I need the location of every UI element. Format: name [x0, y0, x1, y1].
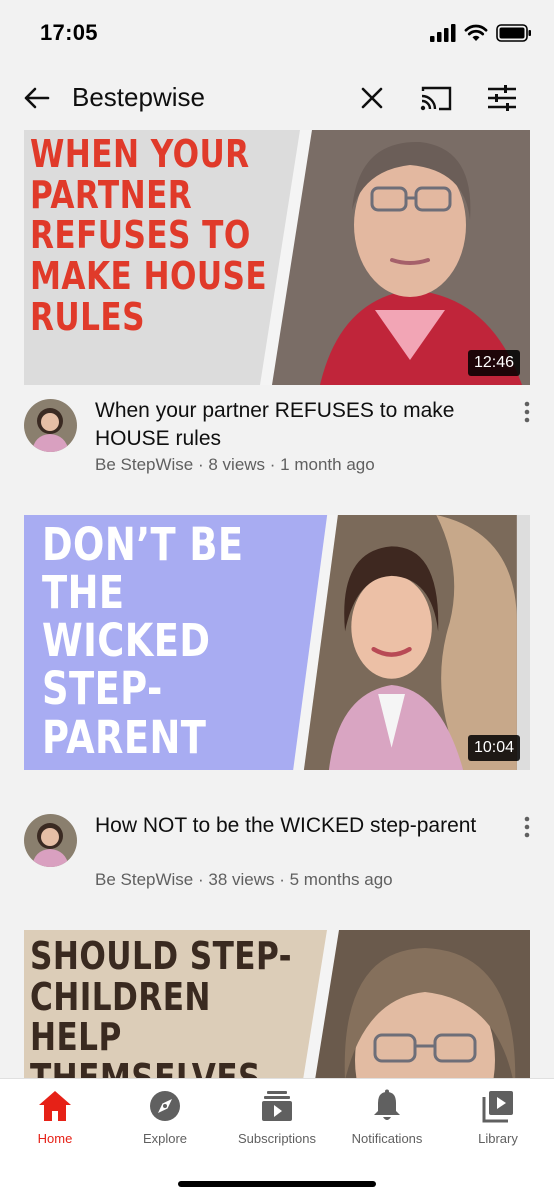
more-vert-icon [524, 401, 530, 423]
nav-label-notifications: Notifications [351, 1131, 423, 1146]
video-subtitle: Be StepWise · 38 views · 5 months ago [95, 870, 393, 889]
video-title[interactable]: How NOT to be the WICKED step-parent [95, 812, 495, 840]
back-arrow-icon [24, 87, 50, 109]
home-indicator[interactable] [178, 1181, 376, 1187]
thumbnail-text: When your partner refuses to make house … [30, 132, 268, 339]
search-header: Bestepwise [0, 66, 554, 130]
notifications-icon [374, 1089, 400, 1120]
library-icon [482, 1091, 513, 1123]
video-title[interactable]: When your partner REFUSES to make HOUSE … [95, 397, 495, 453]
nav-label-explore: Explore [142, 1131, 188, 1146]
video-thumbnail[interactable]: Don’t be the wicked step- parent 10:04 [24, 515, 530, 770]
thumbnail-photo [303, 930, 530, 1078]
video-thumbnail[interactable]: Should step- children help themselves [24, 930, 530, 1078]
video-subtitle: Be StepWise · 8 views · 1 month ago [95, 455, 375, 474]
back-button[interactable] [8, 66, 64, 130]
thumbnail-text: Should step- children help themselves [30, 934, 293, 1078]
status-icons [430, 24, 532, 42]
explore-icon [150, 1091, 180, 1121]
more-vert-icon [524, 816, 530, 838]
video-duration: 12:46 [467, 350, 520, 376]
video-meta[interactable]: How NOT to be the WICKED step-parent Be … [0, 800, 554, 890]
cast-button[interactable] [408, 66, 464, 130]
filter-icon [488, 85, 516, 111]
nav-home[interactable]: Home [0, 1089, 110, 1159]
wifi-icon [464, 24, 488, 41]
nav-label-subscriptions: Subscriptions [237, 1131, 317, 1146]
nav-subscriptions[interactable]: Subscriptions [222, 1089, 332, 1159]
video-meta[interactable]: When your partner REFUSES to make HOUSE … [0, 385, 554, 475]
clear-search-button[interactable] [344, 66, 400, 130]
home-icon [39, 1091, 71, 1121]
status-bar: 17:05 [0, 0, 554, 66]
thumbnail-text: Don’t be the wicked step- parent [42, 518, 244, 764]
video-duration: 10:04 [467, 735, 520, 761]
nav-label-library: Library [478, 1131, 518, 1146]
more-options-button[interactable] [514, 399, 540, 425]
thumbnail-photo [293, 515, 517, 770]
signal-icon [430, 24, 456, 42]
channel-avatar[interactable] [24, 814, 77, 867]
subscriptions-icon [262, 1091, 292, 1121]
more-options-button[interactable] [514, 814, 540, 840]
thumbnail-photo [260, 130, 530, 385]
nav-library[interactable]: Library [443, 1089, 553, 1159]
cast-icon [420, 86, 452, 111]
video-thumbnail[interactable]: When your partner refuses to make house … [24, 130, 530, 385]
channel-avatar[interactable] [24, 399, 77, 452]
filter-button[interactable] [474, 66, 530, 130]
nav-explore[interactable]: Explore [110, 1089, 220, 1159]
nav-label-home: Home [37, 1131, 73, 1146]
battery-icon [496, 24, 531, 42]
clear-icon [361, 87, 383, 109]
search-query[interactable]: Bestepwise [72, 82, 205, 113]
status-time: 17:05 [40, 20, 98, 45]
search-results-feed[interactable]: When your partner refuses to make house … [0, 130, 554, 1078]
nav-notifications[interactable]: Notifications [332, 1089, 442, 1159]
